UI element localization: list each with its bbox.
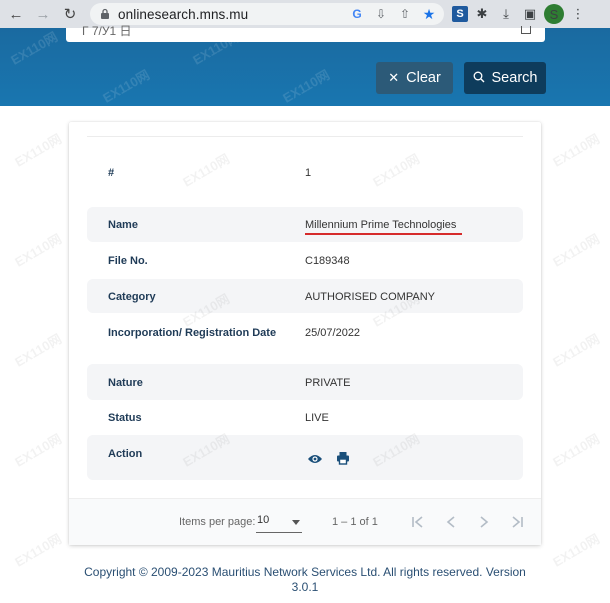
row-status: Status LIVE <box>87 402 523 432</box>
file-no-label: File No. <box>108 255 148 267</box>
paginator: Items per page: 10 1 – 1 of 1 <box>69 498 541 545</box>
index-value: 1 <box>305 167 312 179</box>
row-file-no: File No. C189348 <box>87 243 523 277</box>
status-value: LIVE <box>305 412 329 424</box>
menu-kebab-icon[interactable]: ⋮ <box>568 4 588 24</box>
nature-label: Nature <box>108 377 143 389</box>
search-icon <box>473 71 485 86</box>
google-icon[interactable]: G <box>348 5 366 23</box>
items-per-page-label: Items per page: <box>179 516 256 528</box>
row-category: Category AUTHORISED COMPANY <box>87 279 523 313</box>
last-page-icon[interactable] <box>507 511 527 533</box>
row-action: Action <box>87 435 523 480</box>
search-input[interactable]: Г 7/У1 日 <box>66 24 545 42</box>
file-no-value: C189348 <box>305 255 350 267</box>
items-per-page-select[interactable]: 10 <box>256 511 302 533</box>
lock-icon <box>98 7 112 21</box>
profile-avatar[interactable]: S <box>544 4 564 24</box>
install-icon[interactable]: ⇩ <box>372 5 390 23</box>
previous-page-icon[interactable] <box>441 511 461 533</box>
close-icon: ✕ <box>388 70 400 85</box>
bookmark-star-icon[interactable]: ★ <box>420 5 438 23</box>
status-label: Status <box>108 412 142 424</box>
row-nature: Nature PRIVATE <box>87 364 523 400</box>
view-eye-icon[interactable] <box>307 451 323 467</box>
result-card: # 1 Name Millennium Prime Technologies F… <box>69 122 541 545</box>
nature-value: PRIVATE <box>305 377 351 389</box>
range-label: 1 – 1 of 1 <box>332 516 378 528</box>
address-bar[interactable]: onlinesearch.mns.mu G ⇩ ⇧ ★ <box>90 3 444 25</box>
first-page-icon[interactable] <box>408 511 428 533</box>
copyright-footer: Copyright © 2009-2023 Mauritius Network … <box>84 565 526 594</box>
action-label: Action <box>108 448 143 460</box>
name-label: Name <box>108 219 138 231</box>
side-panel-icon[interactable]: ▣ <box>520 4 540 24</box>
index-label: # <box>108 167 115 179</box>
name-underline <box>305 233 462 235</box>
reload-icon[interactable]: ↻ <box>59 3 81 25</box>
download-icon[interactable]: ⤓ <box>496 4 516 24</box>
print-icon[interactable] <box>335 450 351 466</box>
chevron-down-icon <box>292 520 300 525</box>
search-button[interactable]: Search <box>464 62 546 94</box>
field-icon <box>521 26 531 34</box>
index-row: # 1 <box>87 162 523 184</box>
puzzle-extensions-icon[interactable]: ✱ <box>472 4 492 24</box>
registration-date-label: Incorporation/ Registration Date <box>108 327 277 339</box>
registration-date-value: 25/07/2022 <box>305 327 361 339</box>
forward-arrow-icon[interactable]: → <box>32 3 54 25</box>
category-value: AUTHORISED COMPANY <box>305 291 435 303</box>
url-text: onlinesearch.mns.mu <box>118 6 249 22</box>
next-page-icon[interactable] <box>474 511 494 533</box>
category-label: Category <box>108 291 156 303</box>
back-arrow-icon[interactable]: ← <box>5 3 27 25</box>
name-value: Millennium Prime Technologies <box>305 219 457 231</box>
share-icon[interactable]: ⇧ <box>396 5 414 23</box>
extension-s-icon[interactable]: S <box>452 6 468 22</box>
row-registration-date: Incorporation/ Registration Date 25/07/2… <box>87 315 523 349</box>
clear-button[interactable]: ✕ Clear <box>376 62 453 94</box>
row-name: Name Millennium Prime Technologies <box>87 207 523 242</box>
